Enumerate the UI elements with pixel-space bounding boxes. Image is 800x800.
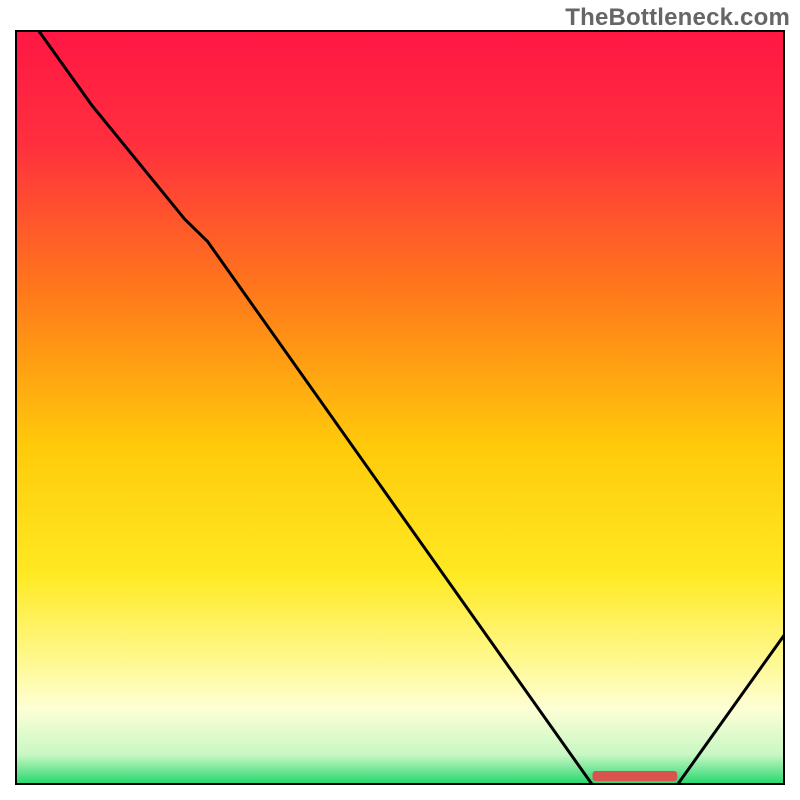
watermark-text: TheBottleneck.com — [565, 4, 790, 32]
gradient-background — [15, 30, 785, 785]
bottleneck-chart — [15, 30, 785, 785]
optimal-range-marker — [593, 771, 678, 781]
marker-layer — [593, 771, 678, 781]
chart-wrapper: TheBottleneck.com — [0, 0, 800, 800]
